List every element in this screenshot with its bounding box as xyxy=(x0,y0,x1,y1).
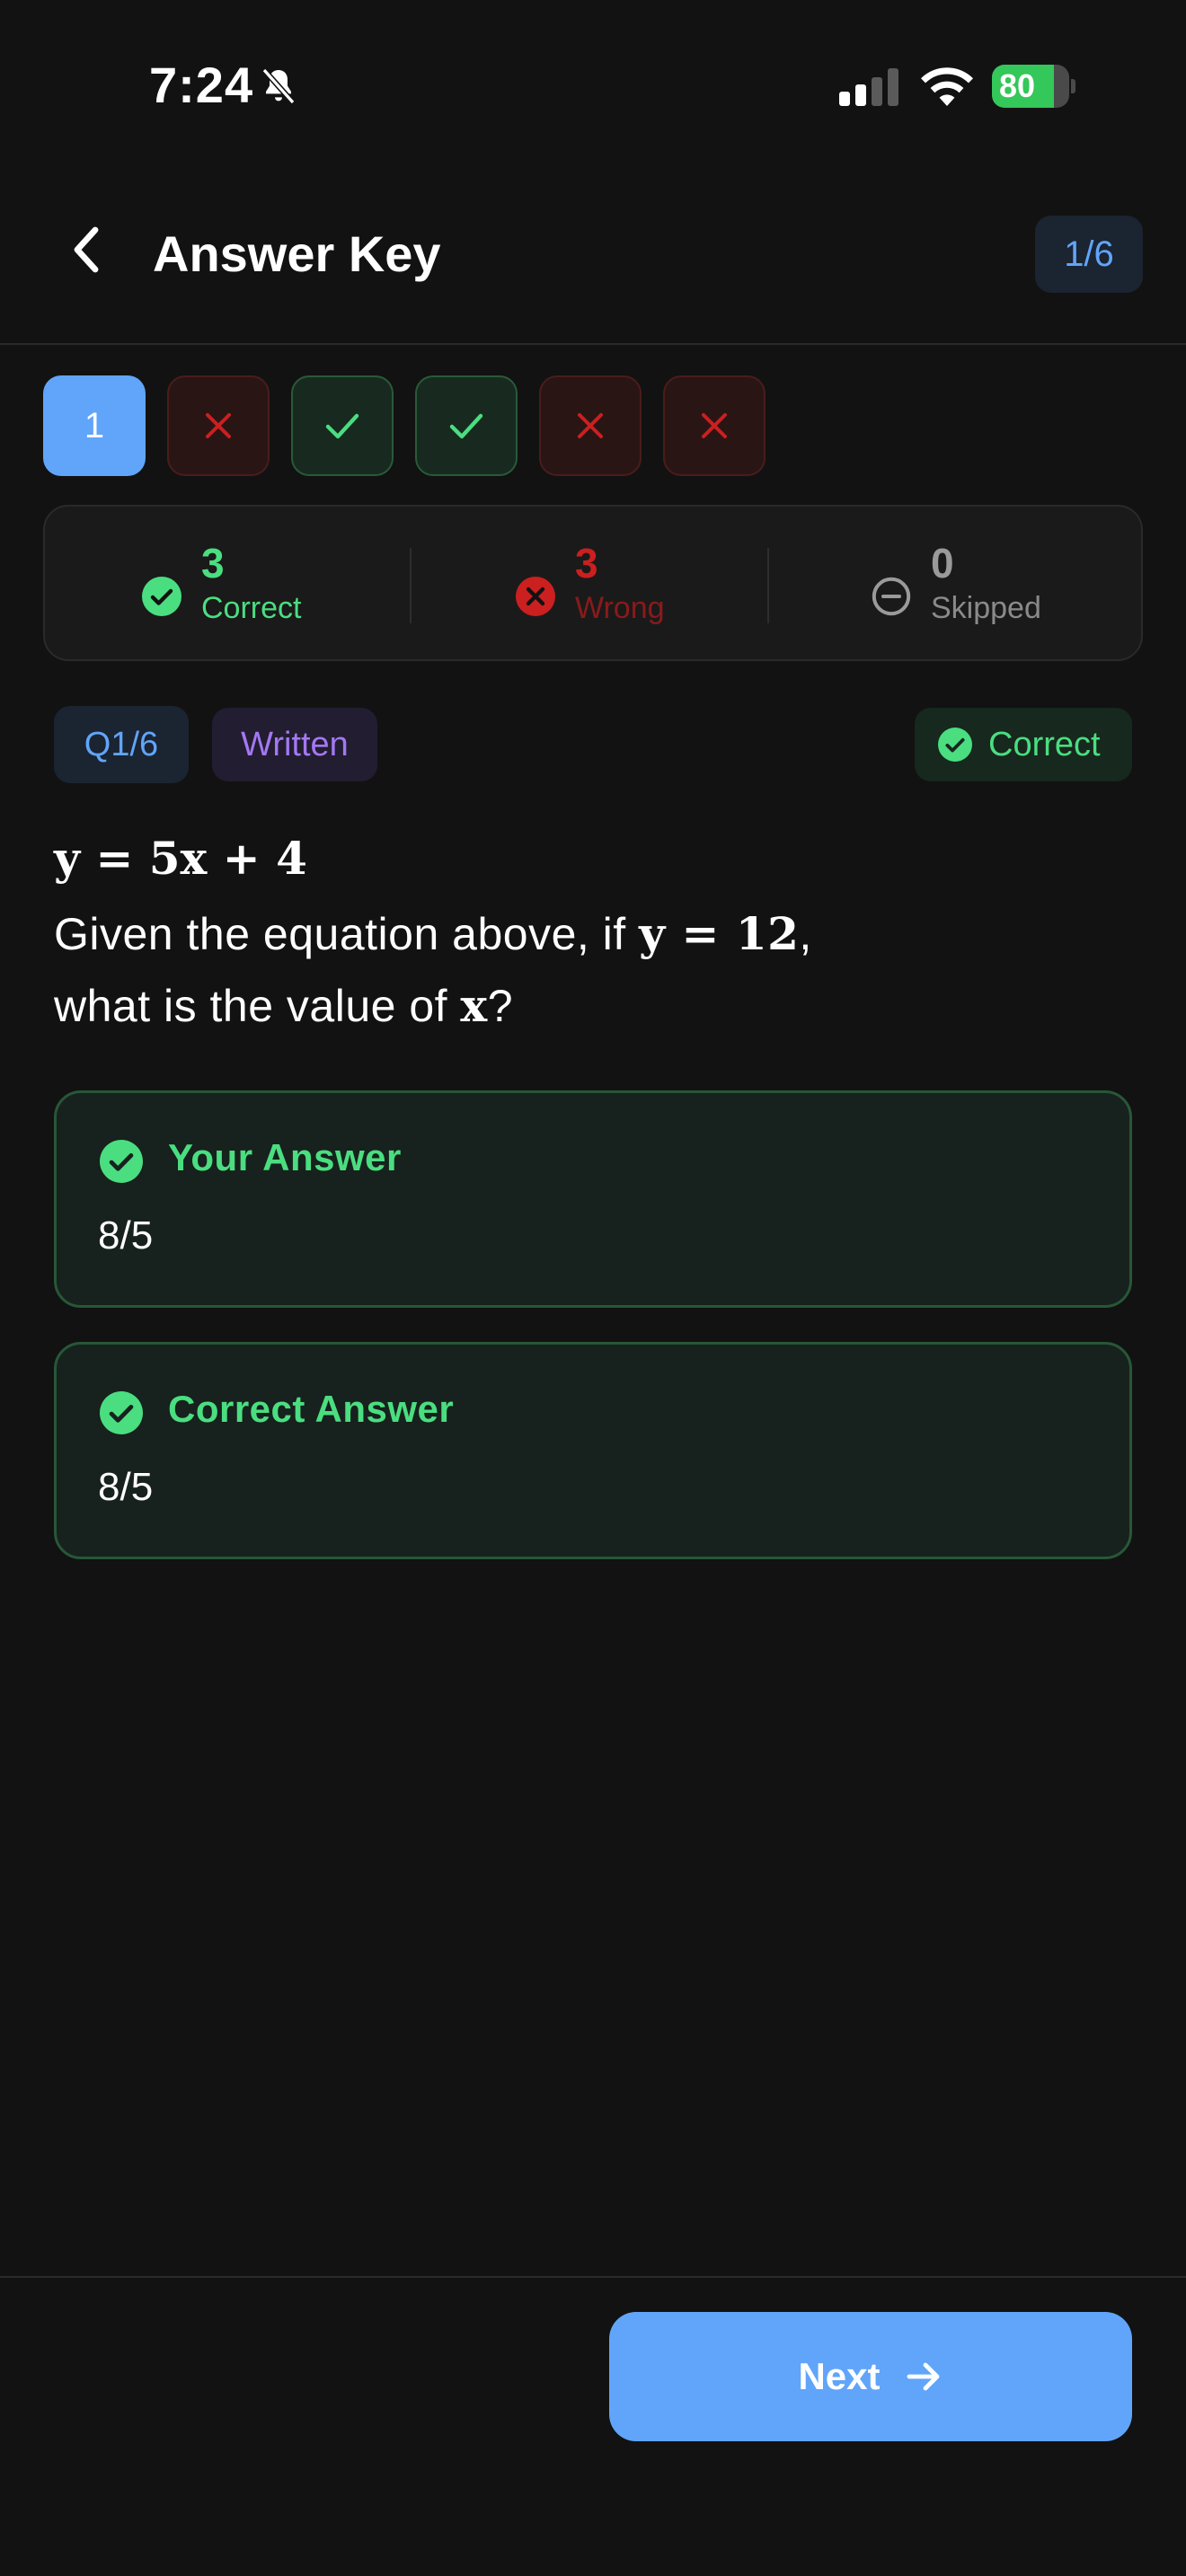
status-time: 7:24 xyxy=(149,57,254,113)
question-type-tag: Written xyxy=(212,708,377,781)
footer-bar: Next xyxy=(0,2276,1186,2576)
your-answer-value: 8/5 xyxy=(98,1213,154,1257)
question-chip-label: 1 xyxy=(84,405,105,446)
correct-count: 3 xyxy=(201,540,225,587)
check-circle-icon xyxy=(100,1391,143,1434)
wifi-icon xyxy=(921,67,973,106)
status-bar: 7:24 80 xyxy=(0,0,1186,171)
correct-answer-value: 8/5 xyxy=(98,1465,154,1509)
battery-charging-icon: 80 xyxy=(992,65,1075,108)
correct-stat: 3 Correct xyxy=(142,539,301,629)
question-number-tag: Q1/6 xyxy=(54,706,189,783)
result-tag: Correct xyxy=(915,708,1132,781)
question-chip-6[interactable] xyxy=(663,375,766,476)
result-tag-label: Correct xyxy=(988,725,1101,763)
correct-answer-card: Correct Answer 8/5 xyxy=(54,1342,1132,1559)
results-summary: 3 Correct 3 Wrong 0 Skipped xyxy=(43,505,1143,661)
your-answer-title: Your Answer xyxy=(168,1136,402,1178)
chevron-left-icon xyxy=(74,226,99,273)
back-button[interactable] xyxy=(59,223,113,277)
question-text-part: , xyxy=(799,909,812,959)
question-equation: y = 5x + 4 xyxy=(54,832,307,885)
arrow-right-icon xyxy=(907,2362,939,2391)
cellular-signal-icon xyxy=(839,68,898,106)
wrong-label: Wrong xyxy=(575,591,665,625)
question-chip-4[interactable] xyxy=(415,375,518,476)
your-answer-card: Your Answer 8/5 xyxy=(54,1090,1132,1308)
check-circle-icon xyxy=(100,1140,143,1183)
check-circle-icon xyxy=(142,577,181,616)
x-icon xyxy=(206,413,231,438)
correct-answer-title: Correct Answer xyxy=(168,1388,455,1430)
question-math: x xyxy=(460,979,488,1032)
correct-label: Correct xyxy=(201,591,302,625)
wrong-count: 3 xyxy=(575,540,598,587)
question-text-part: ? xyxy=(487,981,514,1031)
question-navigator: 1 xyxy=(43,375,766,476)
battery-level: 80 xyxy=(999,67,1036,104)
question-counter-badge: 1/6 xyxy=(1035,216,1143,293)
bell-slash-icon xyxy=(261,67,296,105)
header: Answer Key 1/6 xyxy=(0,198,1186,345)
next-button-label: Next xyxy=(798,2355,881,2397)
wrong-stat: 3 Wrong xyxy=(516,539,665,629)
question-chip-3[interactable] xyxy=(291,375,394,476)
check-icon xyxy=(449,413,483,439)
skipped-label: Skipped xyxy=(931,591,1041,625)
page-title: Answer Key xyxy=(153,225,441,282)
question-text-part: Given the equation above, if xyxy=(54,909,640,959)
question-math: y = 12 xyxy=(639,907,800,960)
minus-circle-icon xyxy=(872,577,911,616)
question-text-part: what is the value of xyxy=(54,981,461,1031)
skipped-stat: 0 Skipped xyxy=(872,539,1041,629)
check-icon xyxy=(325,413,359,439)
skipped-count: 0 xyxy=(931,540,954,587)
next-button[interactable]: Next xyxy=(609,2312,1132,2441)
question-chip-5[interactable] xyxy=(539,375,642,476)
question-chip-2[interactable] xyxy=(167,375,270,476)
x-circle-icon xyxy=(516,577,555,616)
x-icon xyxy=(578,413,603,438)
question-chip-1[interactable]: 1 xyxy=(43,375,146,476)
x-icon xyxy=(702,413,727,438)
check-circle-icon xyxy=(938,728,972,762)
question-text: Given the equation above, if y = 12, wha… xyxy=(54,898,1114,1042)
